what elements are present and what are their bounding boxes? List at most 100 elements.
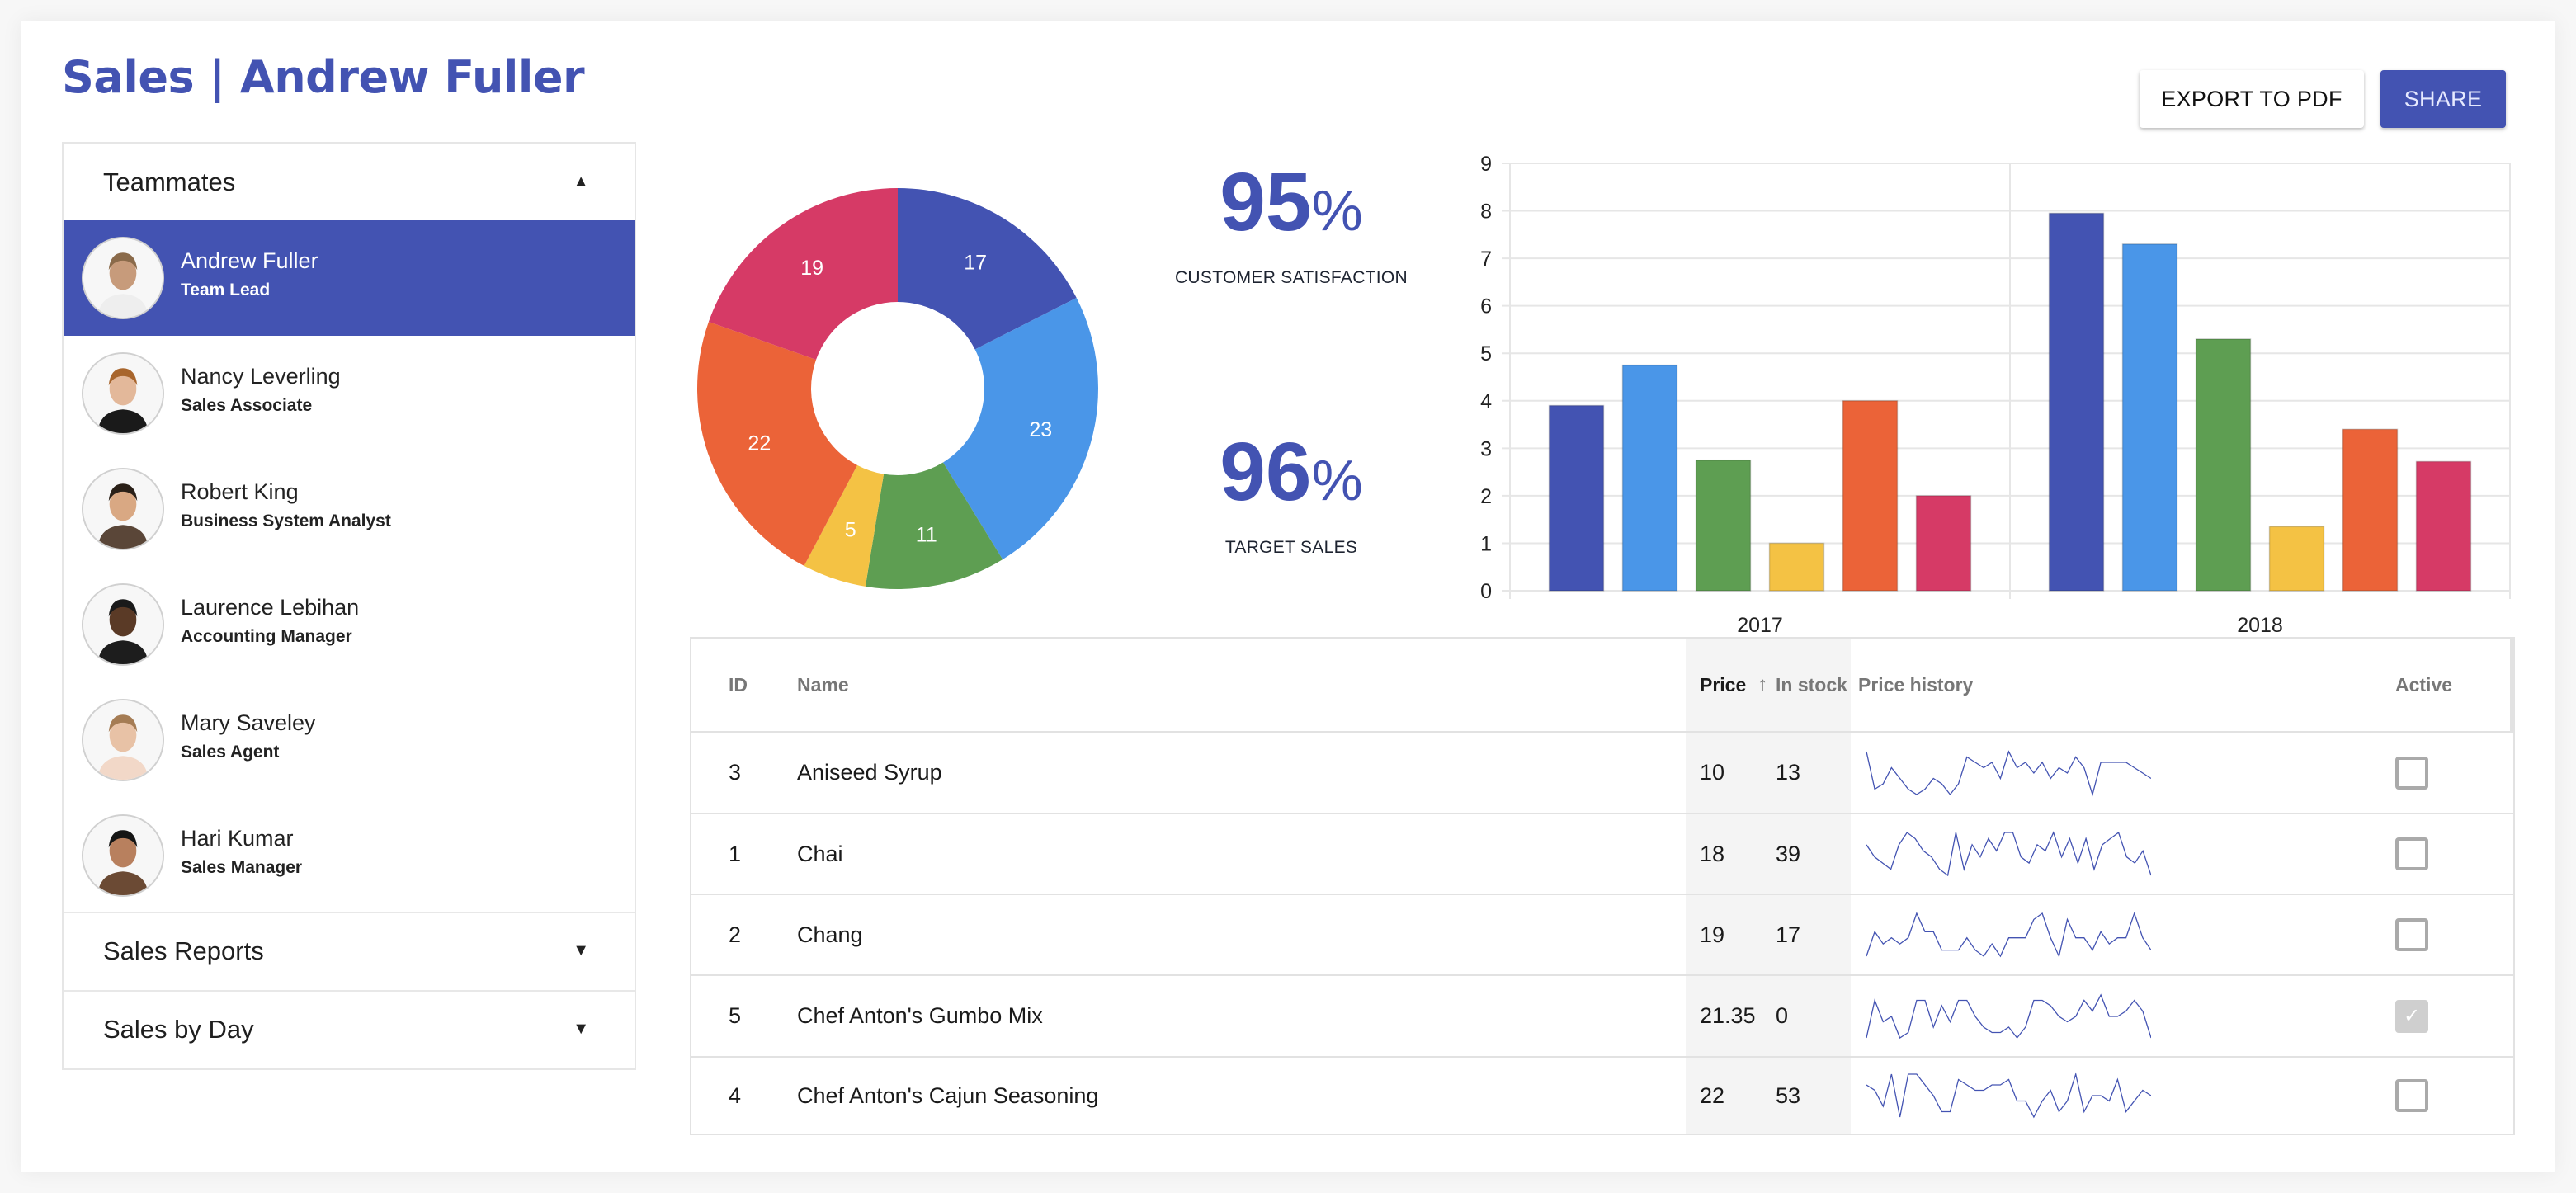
price-history-sparkline — [1866, 831, 2151, 877]
column-header-price[interactable]: Price ↑ — [1700, 639, 1767, 731]
teammate-item[interactable]: Nancy Leverling Sales Associate — [64, 336, 635, 451]
cell-active — [2395, 895, 2428, 974]
caret-up-icon: ▲ — [573, 172, 589, 191]
sales-reports-label: Sales Reports — [103, 936, 264, 965]
y-tick-label: 7 — [1480, 248, 1492, 271]
table-row[interactable]: 4 Chef Anton's Cajun Seasoning 22 53 — [691, 1058, 2513, 1134]
column-header-label: Active — [2395, 673, 2453, 696]
bar[interactable] — [1842, 400, 1899, 592]
teammate-item[interactable]: Mary Saveley Sales Agent — [64, 682, 635, 798]
donut-slice-label: 22 — [748, 432, 771, 455]
active-checkbox[interactable]: ✓ — [2395, 999, 2428, 1033]
column-header-id[interactable]: ID — [729, 639, 748, 731]
export-to-pdf-button[interactable]: EXPORT TO PDF — [2140, 70, 2364, 128]
column-header-label: Price — [1700, 673, 1747, 696]
cell-name: Chef Anton's Gumbo Mix — [797, 1003, 1043, 1028]
bar[interactable] — [2048, 212, 2105, 592]
bar[interactable] — [2268, 526, 2325, 592]
y-tick-label: 5 — [1480, 342, 1492, 365]
column-header-name[interactable]: Name — [797, 639, 849, 731]
kpi-label: TARGET SALES — [1224, 538, 1358, 557]
bar[interactable] — [2195, 338, 2252, 592]
cell-name: Chai — [797, 841, 843, 866]
cell-id: 2 — [729, 922, 742, 947]
sparkline-path — [1866, 831, 2151, 877]
y-tick-label: 1 — [1480, 532, 1492, 555]
active-checkbox[interactable] — [2395, 837, 2428, 870]
y-tick-label: 2 — [1480, 485, 1492, 508]
sales-by-day-header[interactable]: Sales by Day ▼ — [64, 990, 635, 1067]
cell-id: 4 — [729, 1082, 742, 1108]
donut-slice-label: 19 — [800, 257, 823, 280]
kpi-value: 95% — [1159, 161, 1423, 243]
cell-price: 21.35 — [1700, 1003, 1756, 1028]
teammates-header[interactable]: Teammates ▲ — [64, 144, 635, 220]
column-header-label: In stock — [1776, 673, 1847, 696]
cell-history — [1866, 976, 2151, 1056]
table-row[interactable]: 5 Chef Anton's Gumbo Mix 21.35 0 ✓ — [691, 976, 2513, 1058]
sales-by-day-label: Sales by Day — [103, 1014, 254, 1044]
cell-id: 3 — [729, 760, 742, 785]
bar[interactable] — [1621, 364, 1678, 592]
x-tick-label: 2018 — [2237, 614, 2283, 635]
sort-ascending-icon: ↑ — [1757, 673, 1768, 696]
teammate-name: Nancy Leverling — [181, 364, 341, 389]
teammate-name: Andrew Fuller — [181, 248, 318, 273]
avatar — [82, 468, 164, 550]
y-tick-label: 9 — [1480, 153, 1492, 176]
teammate-item[interactable]: Hari Kumar Sales Manager — [64, 798, 635, 913]
cell-name: Chef Anton's Cajun Seasoning — [797, 1082, 1099, 1108]
table-row[interactable]: 2 Chang 19 17 — [691, 895, 2513, 976]
teammate-role: Business System Analyst — [181, 512, 391, 530]
bar[interactable] — [2415, 460, 2472, 592]
kpi-label: CUSTOMER SATISFACTION — [1174, 268, 1408, 287]
kpi-value: 96% — [1159, 431, 1423, 513]
page-title: Sales | Andrew Fuller — [62, 51, 585, 103]
bar[interactable] — [1768, 542, 1825, 592]
person-photo-icon — [83, 238, 163, 318]
active-checkbox[interactable] — [2395, 918, 2428, 951]
cell-price: 19 — [1700, 922, 1725, 947]
column-header-history[interactable]: Price history — [1858, 639, 1973, 731]
cell-history — [1866, 814, 2151, 894]
avatar — [82, 583, 164, 666]
column-header-stock[interactable]: In stock — [1776, 639, 1847, 731]
bar[interactable] — [1695, 459, 1752, 592]
table-row[interactable]: 3 Aniseed Syrup 10 13 — [691, 733, 2513, 814]
cell-name: Aniseed Syrup — [797, 760, 942, 785]
sparkline-path — [1866, 911, 2151, 959]
bar[interactable] — [1548, 404, 1605, 592]
active-checkbox[interactable] — [2395, 1079, 2428, 1112]
price-history-sparkline — [1866, 993, 2151, 1039]
active-checkbox[interactable] — [2395, 756, 2428, 790]
kpi-number: 96 — [1220, 426, 1312, 518]
kpi-unit: % — [1311, 448, 1363, 512]
teammate-item[interactable]: Andrew Fuller Team Lead — [64, 220, 635, 336]
donut-slice-label: 5 — [845, 519, 856, 542]
person-photo-icon — [83, 469, 163, 549]
cell-stock: 13 — [1776, 760, 1801, 785]
teammate-name: Hari Kumar — [181, 826, 294, 851]
bar[interactable] — [2121, 243, 2178, 592]
y-tick-label: 6 — [1480, 295, 1492, 318]
cell-history — [1866, 895, 2151, 974]
avatar — [82, 352, 164, 435]
teammate-item[interactable]: Robert King Business System Analyst — [64, 451, 635, 567]
teammate-name: Laurence Lebihan — [181, 595, 360, 620]
cell-id: 1 — [729, 841, 742, 866]
sales-reports-header[interactable]: Sales Reports ▼ — [64, 912, 635, 988]
bar[interactable] — [2342, 428, 2399, 592]
cell-name: Chang — [797, 922, 863, 947]
column-header-active[interactable]: Active — [2395, 639, 2452, 731]
y-tick-label: 3 — [1480, 437, 1492, 460]
teammate-name: Mary Saveley — [181, 710, 316, 735]
teammate-name: Robert King — [181, 479, 299, 504]
teammate-item[interactable]: Laurence Lebihan Accounting Manager — [64, 567, 635, 682]
checkmark-icon: ✓ — [2403, 1005, 2421, 1027]
table-row[interactable]: 1 Chai 18 39 — [691, 814, 2513, 895]
cell-stock: 53 — [1776, 1082, 1801, 1108]
share-button[interactable]: SHARE — [2380, 70, 2506, 128]
price-history-sparkline — [1866, 749, 2151, 796]
bar[interactable] — [1915, 495, 1972, 592]
cell-price: 22 — [1700, 1082, 1725, 1108]
